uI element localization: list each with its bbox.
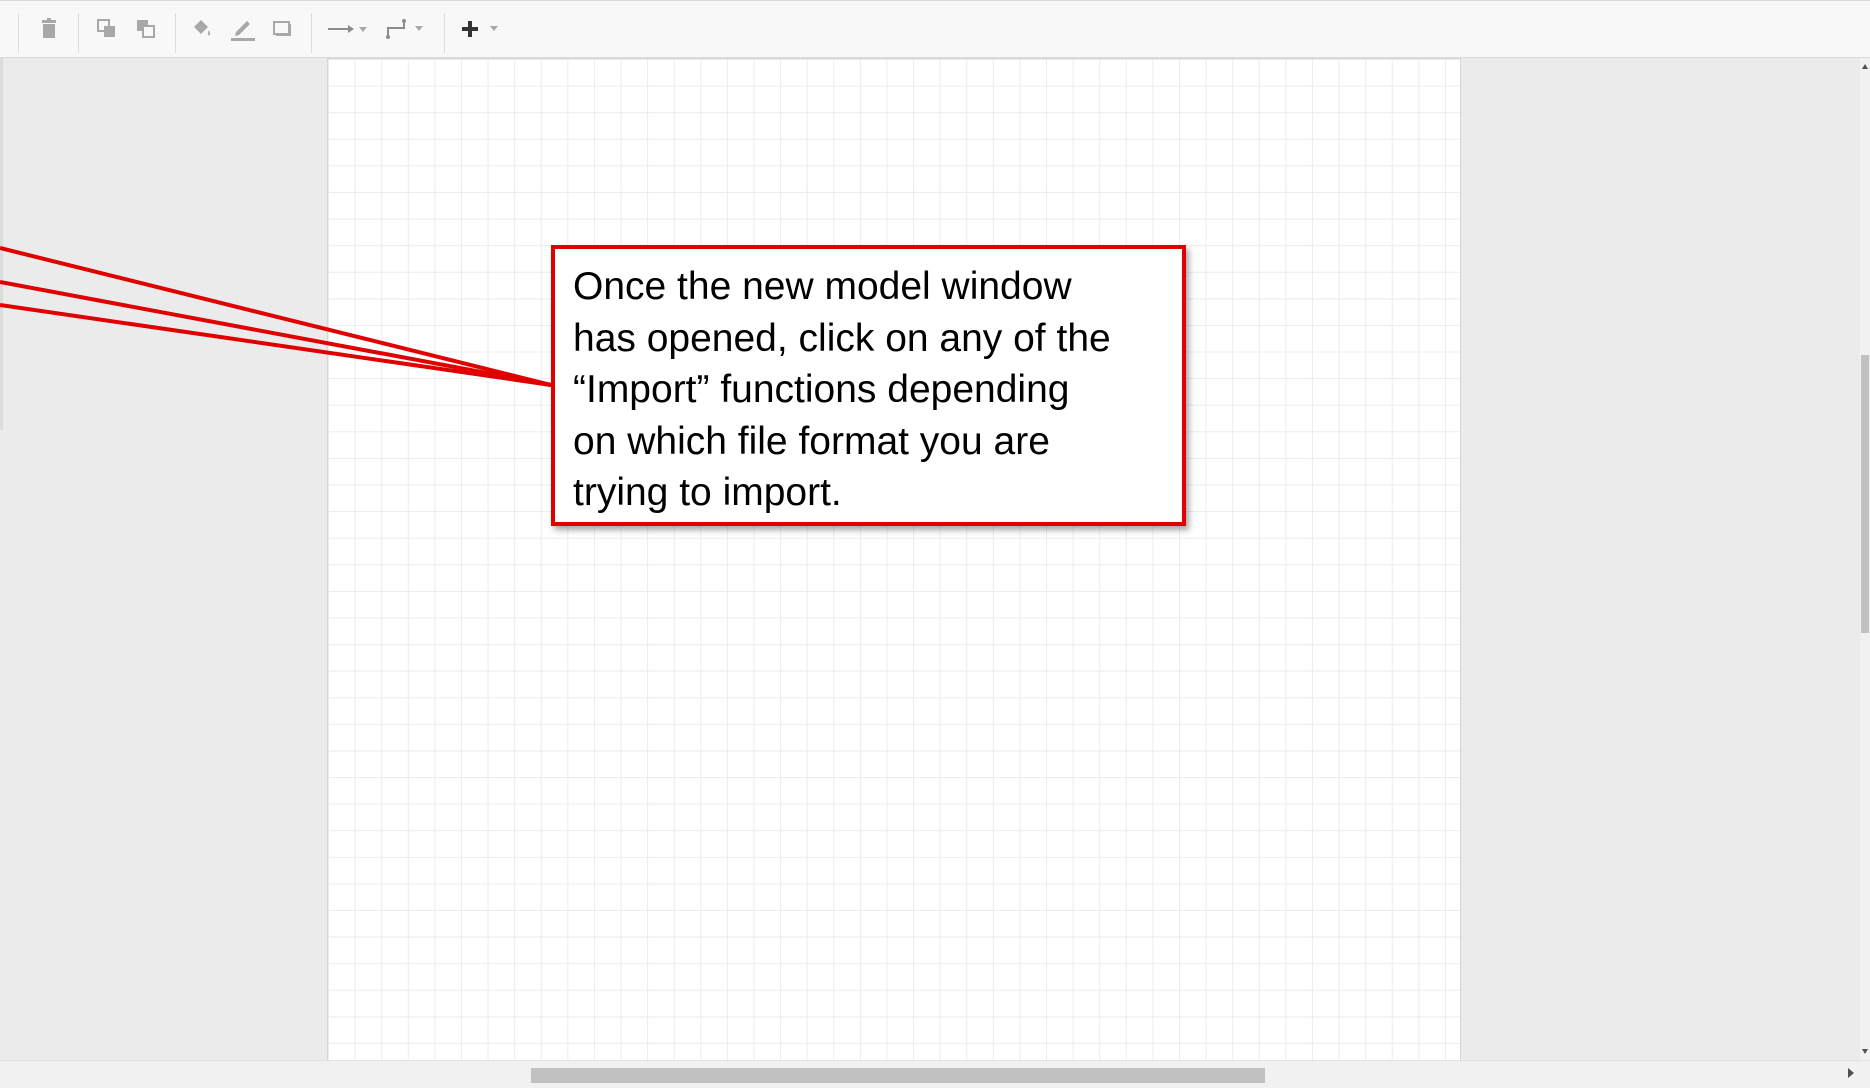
scroll-up-arrow-icon[interactable] <box>1862 64 1868 69</box>
delete-button[interactable] <box>35 15 63 43</box>
insert-dropdown[interactable] <box>459 15 505 43</box>
instruction-callout: Once the new model window has opened, cl… <box>551 245 1186 526</box>
connection-arrow-icon <box>328 25 367 33</box>
toolbar-separator <box>311 13 312 53</box>
delete-icon <box>42 18 56 38</box>
to-back-icon <box>137 20 155 38</box>
scroll-down-arrow-icon[interactable] <box>1862 1049 1868 1054</box>
callout-line: on which file format you are <box>573 419 1050 463</box>
scroll-right-arrow-icon[interactable] <box>1848 1068 1854 1078</box>
callout-line: has opened, click on any of the <box>573 316 1111 360</box>
horizontal-scroll-thumb[interactable] <box>531 1068 1265 1083</box>
connection-arrow-dropdown[interactable] <box>326 15 372 43</box>
line-color-button[interactable] <box>229 15 257 43</box>
line-color-icon <box>231 21 255 41</box>
to-back-button[interactable] <box>132 15 160 43</box>
toolbar-separator <box>18 13 19 53</box>
shadow-icon <box>273 21 291 36</box>
fill-color-button[interactable] <box>188 15 216 43</box>
sidebar-edge <box>0 58 3 430</box>
waypoints-icon <box>386 19 423 39</box>
to-front-icon <box>97 19 115 37</box>
toolbar-separator <box>444 13 445 53</box>
waypoints-dropdown[interactable] <box>384 15 430 43</box>
callout-line: “Import” functions depending <box>573 368 1070 411</box>
toolbar-separator <box>175 13 176 53</box>
fill-color-icon <box>194 20 210 36</box>
vertical-scrollbar[interactable] <box>1860 58 1870 1060</box>
vertical-scroll-thumb[interactable] <box>1861 355 1869 633</box>
toolbar <box>0 0 1870 58</box>
callout-line: Once the new model window <box>573 265 1072 308</box>
callout-line: trying to import. <box>573 471 842 514</box>
horizontal-scrollbar[interactable] <box>0 1060 1870 1088</box>
to-front-button[interactable] <box>93 15 121 43</box>
insert-plus-icon <box>462 21 498 37</box>
toolbar-separator <box>78 13 79 53</box>
diagram-canvas[interactable] <box>327 58 1461 1060</box>
shadow-button[interactable] <box>269 15 297 43</box>
